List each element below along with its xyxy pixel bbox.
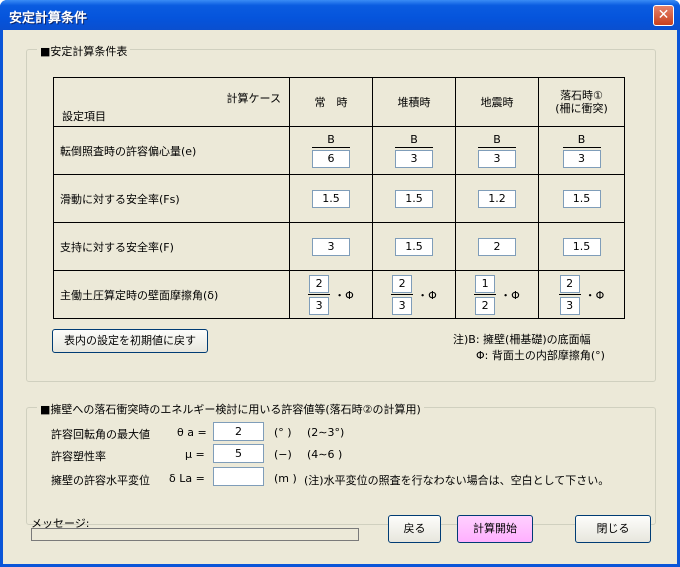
friction-denominator-earthquake[interactable]: 2: [475, 296, 496, 315]
delta-la-symbol: δ La =: [169, 472, 205, 485]
eccentricity-cell-deposit: B3: [372, 126, 456, 175]
eccentricity-numerator: B: [327, 133, 335, 146]
mu-symbol: μ =: [185, 448, 205, 461]
stability-conditions-group-label: ■安定計算条件表: [37, 43, 131, 59]
friction-numerator-rockfall[interactable]: 2: [559, 274, 580, 293]
eccentricity-numerator: B: [410, 133, 418, 146]
header-corner-cell: 計算ケース 設定項目: [53, 77, 290, 127]
item-label: 設定項目: [62, 110, 106, 123]
row-label-wall-friction: 主働土圧算定時の壁面摩擦角(δ): [53, 270, 290, 319]
close-button[interactable]: 閉じる: [575, 515, 651, 543]
friction-denominator-rockfall[interactable]: 3: [559, 296, 580, 315]
column-header-deposit: 堆積時: [372, 77, 456, 127]
conditions-table: 計算ケース 設定項目 常 時 堆積時 地震時 落石時① (柵に衝突) 転倒照査時…: [53, 77, 625, 319]
bearing-input-deposit[interactable]: 1.5: [395, 237, 433, 256]
eccentricity-input-deposit[interactable]: 3: [395, 150, 433, 168]
friction-denominator-deposit[interactable]: 3: [392, 296, 413, 315]
ductility-input[interactable]: 5: [213, 444, 264, 463]
phi-multiplier: ・Φ: [500, 288, 520, 302]
eccentricity-input-rockfall[interactable]: 3: [562, 150, 601, 168]
impact-allowance-group-label: ■擁壁への落石衝突時のエネルギー検討に用いる許容値等(落石時②の計算用): [37, 401, 424, 417]
sliding-input-deposit[interactable]: 1.5: [395, 189, 433, 208]
theta-a-symbol: θ a =: [177, 426, 207, 439]
friction-numerator-normal[interactable]: 2: [309, 274, 330, 293]
eccentricity-cell-normal: B6: [289, 126, 373, 175]
phi-multiplier: ・Φ: [584, 288, 605, 302]
column-header-normal: 常 時: [289, 77, 373, 127]
max-rotation-input[interactable]: 2: [213, 422, 264, 441]
eccentricity-cell-earthquake: B3: [455, 126, 539, 175]
horizontal-displacement-label: 擁壁の許容水平変位: [51, 474, 150, 487]
horizontal-displacement-input[interactable]: [213, 467, 264, 486]
impact-allowance-group: [26, 407, 656, 525]
ductility-unit: (−): [274, 448, 292, 461]
row-label-eccentricity: 転倒照査時の許容偏心量(e): [53, 126, 290, 175]
start-calculation-button[interactable]: 計算開始: [457, 515, 533, 543]
ductility-label: 許容塑性率: [51, 450, 106, 463]
dialog-window: 安定計算条件 ✕ ■安定計算条件表 計算ケース 設定項目 常 時 堆積時 地震時…: [0, 0, 680, 567]
row-label-sliding: 滑動に対する安全率(Fs): [53, 174, 290, 223]
phi-multiplier: ・Φ: [417, 288, 437, 302]
eccentricity-numerator: B: [493, 133, 501, 146]
horizontal-displacement-note: (注)水平変位の照査を行なわない場合は、空白として下さい。: [304, 474, 610, 487]
friction-numerator-deposit[interactable]: 2: [392, 274, 413, 293]
max-rotation-label: 許容回転角の最大値: [51, 428, 150, 441]
reset-defaults-button[interactable]: 表内の設定を初期値に戻す: [52, 329, 208, 353]
note-friction-angle: Φ: 背面土の内部摩擦角(°): [476, 349, 605, 362]
column-header-rockfall: 落石時① (柵に衝突): [538, 77, 625, 127]
sliding-input-earthquake[interactable]: 1.2: [478, 189, 516, 208]
bearing-input-earthquake[interactable]: 2: [478, 237, 516, 256]
max-rotation-range: (2∼3°): [307, 426, 345, 439]
eccentricity-cell-rockfall: B3: [538, 126, 625, 175]
bearing-input-normal[interactable]: 3: [312, 237, 350, 256]
back-button[interactable]: 戻る: [388, 515, 441, 543]
close-window-button[interactable]: ✕: [653, 5, 674, 26]
case-label: 計算ケース: [226, 92, 281, 105]
dialog-body: ■安定計算条件表 計算ケース 設定項目 常 時 堆積時 地震時 落石時① (柵に…: [3, 30, 677, 564]
bearing-input-rockfall[interactable]: 1.5: [562, 237, 601, 256]
horizontal-displacement-unit: (m ): [274, 472, 297, 485]
friction-denominator-normal[interactable]: 3: [309, 296, 330, 315]
max-rotation-unit: (° ): [274, 426, 292, 439]
eccentricity-numerator: B: [577, 133, 586, 146]
note-base-width: 注)B: 擁壁(柵基礎)の底面幅: [453, 333, 591, 346]
eccentricity-input-normal[interactable]: 6: [312, 150, 350, 168]
eccentricity-input-earthquake[interactable]: 3: [478, 150, 516, 168]
window-title: 安定計算条件: [9, 11, 88, 26]
title-bar[interactable]: 安定計算条件 ✕: [0, 0, 680, 30]
sliding-input-normal[interactable]: 1.5: [312, 189, 350, 208]
sliding-input-rockfall[interactable]: 1.5: [562, 189, 601, 208]
row-label-bearing: 支持に対する安全率(F): [53, 222, 290, 271]
phi-multiplier: ・Φ: [334, 288, 354, 302]
ductility-range: (4∼6 ): [307, 448, 343, 461]
message-box: [31, 528, 359, 541]
column-header-earthquake: 地震時: [455, 77, 539, 127]
friction-numerator-earthquake[interactable]: 1: [475, 274, 496, 293]
